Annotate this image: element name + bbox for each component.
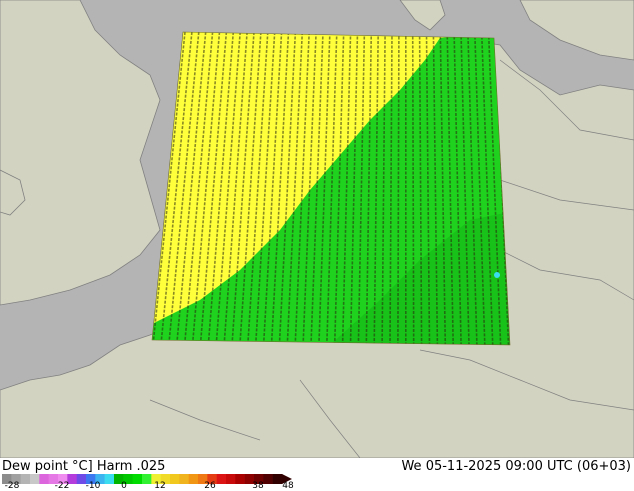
colorbar-swatch xyxy=(235,474,245,484)
map xyxy=(0,0,634,458)
cyan-spot xyxy=(494,272,500,278)
colorbar-swatch xyxy=(104,474,115,484)
map-datetime: We 05-11-2025 09:00 UTC (06+03) xyxy=(401,459,631,474)
map-title: Dew point °C] Harm .025 xyxy=(2,459,166,474)
colorbar-swatch xyxy=(20,474,31,484)
colorbar-swatch xyxy=(188,474,199,484)
colorbar xyxy=(2,474,292,484)
colorbar-swatch xyxy=(142,474,152,484)
colorbar-swatch xyxy=(179,474,189,484)
colorbar-swatch xyxy=(30,474,40,484)
colorbar-swatch xyxy=(170,474,180,484)
colorbar-swatch xyxy=(39,474,49,484)
colorbar-swatch xyxy=(132,474,143,484)
colorbar-swatch xyxy=(263,474,273,484)
colorbar-swatch xyxy=(226,474,236,484)
colorbar-swatch xyxy=(272,474,283,484)
footer: Dew point °C] Harm .025 We 05-11-2025 09… xyxy=(0,458,634,491)
colorbar-swatch xyxy=(216,474,227,484)
